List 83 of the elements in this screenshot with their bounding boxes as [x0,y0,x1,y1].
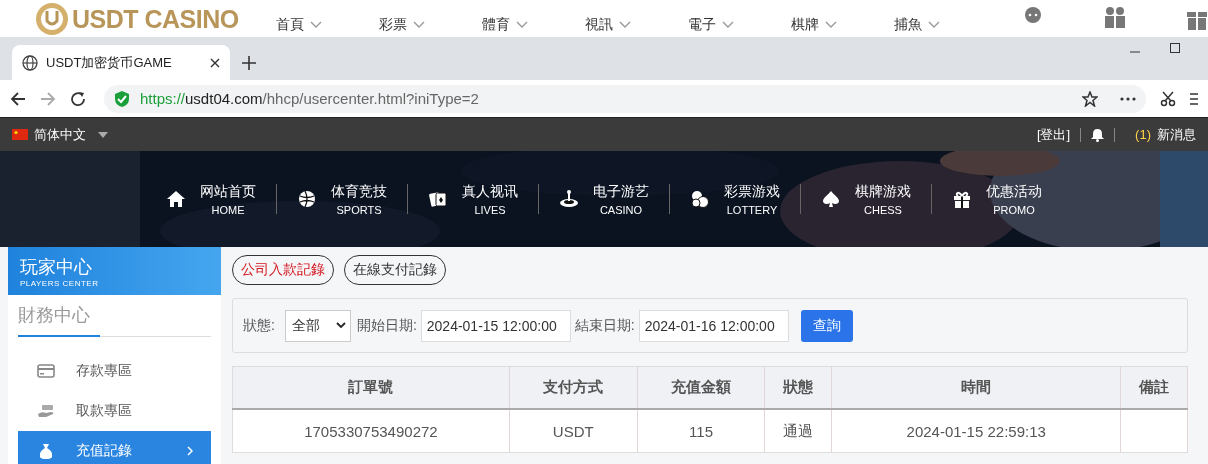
back-icon[interactable] [10,90,26,107]
site-nav-item[interactable]: 視訊 [585,16,688,34]
site-nav-item[interactable]: 棋牌 [791,16,894,34]
table-cell: 115 [637,409,765,453]
table-cell: USDT [509,409,638,453]
nav-subtitle[interactable]: SPORTS [336,203,382,216]
nav-subtitle[interactable]: CHESS [864,203,902,216]
column-header: 訂單號 [232,366,510,409]
table-cell: 1705330753490272 [232,409,510,453]
balls-icon[interactable] [690,189,710,209]
chevron-icon [825,21,837,29]
scissors-icon[interactable] [1160,90,1176,107]
flag-icon [12,129,28,140]
section-title: 財務中心 [18,303,100,337]
nav-subtitle[interactable]: LOTTERY [726,203,778,216]
nav-subtitle[interactable]: HOME [211,203,245,216]
nav-title[interactable]: 网站首页 [200,182,256,201]
reload-icon[interactable] [70,90,86,107]
address-bar[interactable]: https://usdt04.com/hhcp/usercenter.html?iniType=2 [104,84,1146,113]
caret-icon[interactable] [98,131,108,138]
table-cell: 通過 [764,409,832,453]
card-icon [36,361,56,381]
chevron-icon [335,322,346,329]
site-nav-item[interactable]: 彩票 [379,16,482,34]
logout-link[interactable]: [登出] [1036,125,1071,144]
cards-icon[interactable] [428,189,448,209]
nav-title[interactable]: 体育竞技 [331,182,387,201]
messages-link[interactable]: 新消息 [1157,125,1196,144]
sidebar-item[interactable]: 存款專區 [18,351,211,391]
sidebar-header: 玩家中心 PLAYERS CENTER [8,247,221,295]
site-nav-item[interactable]: 電子 [688,16,791,34]
column-header: 備註 [1120,366,1188,409]
site-nav-item[interactable]: 首頁 [276,16,379,34]
column-header: 充值金額 [637,366,765,409]
nav-subtitle[interactable]: PROMO [993,203,1035,216]
star-icon[interactable] [1082,90,1098,107]
close-icon[interactable] [210,57,220,68]
home-icon[interactable] [166,189,186,209]
nav-title[interactable]: 电子游艺 [593,182,649,201]
ball-icon[interactable] [297,189,317,209]
status-select[interactable]: 全部 [284,309,351,342]
start-date-label: 開始日期: [356,316,417,335]
nav-title[interactable]: 真人视讯 [462,182,518,201]
browser-tab[interactable]: USDT加密货币GAME [12,45,230,80]
gift-icon[interactable] [952,189,972,209]
maximize-icon[interactable] [1170,43,1180,53]
people-icon[interactable] [1102,6,1128,28]
chat-icon[interactable] [1022,6,1044,26]
globe-icon [22,54,38,71]
start-date-field[interactable]: 2024-01-15 12:00:00 [420,309,571,342]
sidebar-item[interactable]: 取款專區 [18,391,211,431]
chevron-icon [516,21,528,29]
nav-title[interactable]: 棋牌游戏 [855,182,911,201]
shield-icon [114,89,130,108]
column-header: 時間 [831,366,1121,409]
nav-subtitle[interactable]: LIVES [474,203,506,216]
nav-subtitle[interactable]: CASINO [599,203,643,216]
status-label: 狀態: [243,316,275,335]
chevron-icon [928,21,940,29]
new-tab-icon[interactable] [242,56,256,70]
column-header: 狀態 [764,366,832,409]
chevron-icon [187,446,193,456]
end-date-label: 結束日期: [574,316,635,335]
more-icon[interactable] [1120,96,1136,101]
bell-icon[interactable] [1091,127,1105,142]
end-date-field[interactable]: 2024-01-16 12:00:00 [638,309,789,342]
menu-icon[interactable] [1190,91,1198,106]
nav-title[interactable]: 优惠活动 [986,182,1042,201]
sidebar-item[interactable]: 充值記錄 [18,431,211,464]
language-selector[interactable]: 简体中文 [34,125,86,144]
query-button[interactable]: 查詢 [800,309,853,342]
message-count[interactable]: (1) [1135,127,1151,142]
nav-title[interactable]: 彩票游戏 [724,182,780,201]
chevron-icon [413,21,425,29]
site-nav-item[interactable]: 體育 [482,16,585,34]
column-header: 支付方式 [509,366,638,409]
site-nav-item[interactable]: 捕魚 [894,16,997,34]
table-cell: 2024-01-15 22:59:13 [831,409,1121,453]
roulette-icon[interactable] [559,189,579,209]
chevron-icon [310,21,322,29]
spade-icon[interactable] [821,189,841,209]
chevron-icon [722,21,734,29]
chevron-icon [619,21,631,29]
